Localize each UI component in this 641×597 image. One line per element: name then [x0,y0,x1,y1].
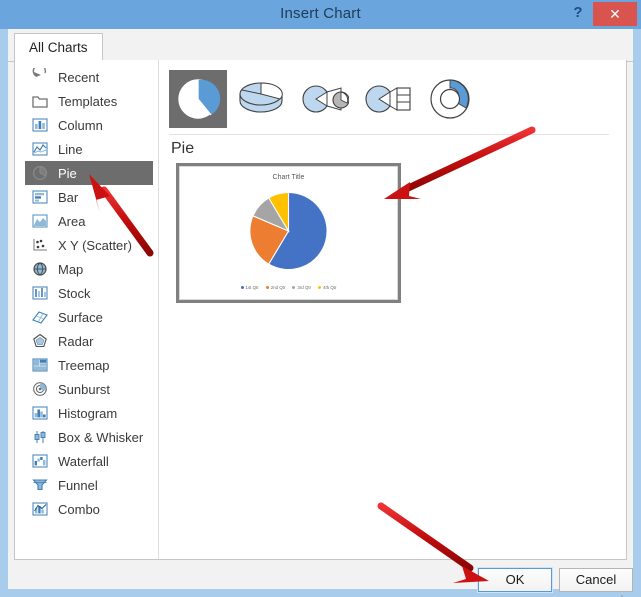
sidebar-item-label: Treemap [58,357,110,373]
sidebar-item-label: Surface [58,309,103,325]
sidebar-item-surface[interactable]: Surface [25,305,153,329]
histogram-icon [29,403,51,423]
pie-icon [29,163,51,183]
map-icon [29,259,51,279]
treemap-icon [29,355,51,375]
sidebar-item-label: Area [58,213,86,229]
legend-label: 4th Qtr [323,285,337,290]
sidebar-item-waterfall[interactable]: Waterfall [25,449,153,473]
area-icon [29,211,51,231]
sidebar-item-label: Line [58,141,83,157]
thumbnail-separator [169,134,609,135]
sidebar-item-label: Histogram [58,405,118,421]
sidebar-item-label: Pie [58,165,77,181]
stock-icon [29,283,51,303]
chart-preview-inner: Chart Title 1st Qtr 2nd Qtr 3rd Qtr 4th Qtr [179,166,398,300]
legend-item: 1st Qtr [240,285,259,290]
legend-item: 2nd Qtr [265,285,286,290]
scatter-icon [29,235,51,255]
recent-icon [29,67,51,87]
tab-strip: All Charts [8,31,633,62]
preview-heading: Pie [171,140,195,157]
funnel-icon [29,475,51,495]
sidebar-item-bar[interactable]: Bar [25,185,153,209]
ok-button[interactable]: OK [477,567,553,593]
dialog-body: All Charts Recent Templates Column Line Pie B… [8,29,633,597]
sidebar-item-combo[interactable]: Combo [25,497,153,521]
legend-swatch [265,286,269,289]
help-icon[interactable]: ? [567,2,589,24]
legend-label: 1st Qtr [245,285,259,290]
insert-chart-dialog: Insert Chart ? ✕ All Charts Recent Templa… [0,0,641,597]
sidebar-item-label: Radar [58,333,94,349]
legend-swatch [318,286,322,289]
column-icon [29,115,51,135]
sidebar-item-funnel[interactable]: Funnel [25,473,153,497]
legend-item: 4th Qtr [318,285,336,290]
sidebar-item-treemap[interactable]: Treemap [25,353,153,377]
subtype-pie-of-pie[interactable] [295,70,353,128]
sidebar-item-label: X Y (Scatter) [58,237,132,253]
sidebar-item-map[interactable]: Map [25,257,153,281]
content-panel: Recent Templates Column Line Pie Bar Area X Y (… [14,60,627,560]
templates-icon [29,91,51,111]
subtype-bar-of-pie[interactable] [358,70,416,128]
sidebar-item-pie[interactable]: Pie [25,161,153,185]
resize-grip-icon[interactable] [613,593,625,597]
sunburst-icon [29,379,51,399]
tab-all-charts[interactable]: All Charts [14,33,103,61]
sidebar-item-label: Column [58,117,103,133]
sidebar-item-area[interactable]: Area [25,209,153,233]
radar-icon [29,331,51,351]
sidebar-item-label: Bar [58,189,79,205]
legend-item: 3rd Qtr [292,285,311,290]
sidebar-item-recent[interactable]: Recent [25,65,153,89]
subtype-3d-pie[interactable] [232,70,290,128]
sidebar-item-label: Map [58,261,84,277]
window-title: Insert Chart [280,5,361,22]
subtype-thumbnail-row[interactable] [169,68,479,130]
sidebar-item-radar[interactable]: Radar [25,329,153,353]
sidebar-item-label: Templates [58,93,118,109]
sidebar-item-histogram[interactable]: Histogram [25,401,153,425]
sidebar-item-x-y-scatter[interactable]: X Y (Scatter) [25,233,153,257]
combo-icon [29,499,51,519]
legend-label: 2nd Qtr [270,285,286,290]
chart-legend: 1st Qtr 2nd Qtr 3rd Qtr 4th Qtr [180,285,397,290]
chart-title: Chart Title [272,174,305,181]
cancel-button[interactable]: Cancel [559,568,633,592]
sidebar-item-label: Funnel [58,477,98,493]
waterfall-icon [29,451,51,471]
line-icon [29,139,51,159]
title-bar: Insert Chart ? ✕ [0,0,641,29]
surface-icon [29,307,51,327]
legend-label: 3rd Qtr [297,285,312,290]
dialog-footer: OK Cancel [14,561,633,597]
sidebar-item-label: Recent [58,69,100,85]
box-whisker-icon [29,427,51,447]
legend-swatch [240,286,244,289]
subtype-pie[interactable] [169,70,227,128]
chart-subtype-pane: Pie Chart Title 1st Qtr 2nd Qtr 3rd Qtr 4th… [159,60,627,559]
chart-category-list[interactable]: Recent Templates Column Line Pie Bar Area X Y (… [15,65,158,521]
sidebar-item-label: Box & Whisker [58,429,144,445]
sidebar-item-label: Waterfall [58,453,109,469]
sidebar-item-line[interactable]: Line [25,137,153,161]
sidebar-item-label: Stock [58,285,91,301]
sidebar-item-label: Combo [58,501,100,517]
chart-preview[interactable]: Chart Title 1st Qtr 2nd Qtr 3rd Qtr 4th Qtr [176,163,401,303]
sidebar-item-column[interactable]: Column [25,113,153,137]
close-icon[interactable]: ✕ [593,2,637,26]
sidebar-item-stock[interactable]: Stock [25,281,153,305]
sidebar-item-sunburst[interactable]: Sunburst [25,377,153,401]
pie-chart-graphic [249,191,328,271]
sidebar-item-templates[interactable]: Templates [25,89,153,113]
subtype-doughnut[interactable] [421,70,479,128]
bar-icon [29,187,51,207]
sidebar-item-label: Sunburst [58,381,111,397]
sidebar-item-box-whisker[interactable]: Box & Whisker [25,425,153,449]
legend-swatch [292,286,296,289]
